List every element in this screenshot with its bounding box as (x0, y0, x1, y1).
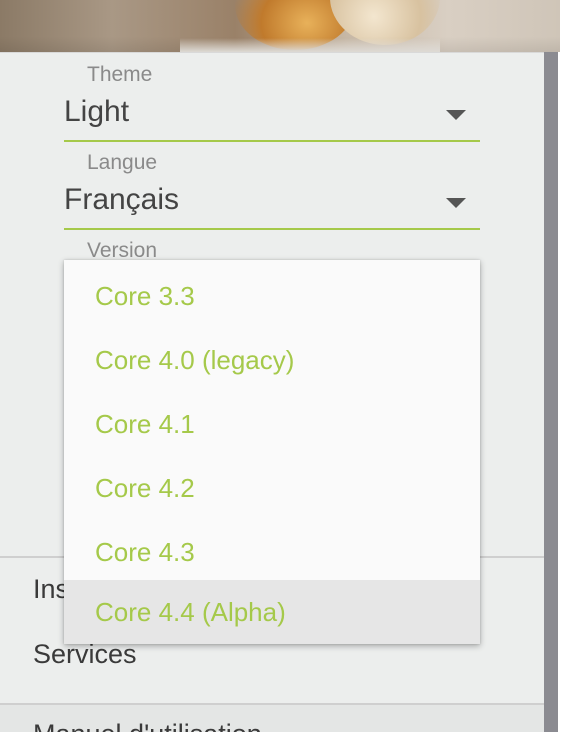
scrollbar-thumb[interactable] (544, 52, 558, 732)
version-option[interactable]: Core 4.3 (64, 520, 480, 584)
version-option[interactable]: Core 3.3 (64, 264, 480, 328)
theme-select[interactable]: Theme Light (64, 53, 480, 143)
language-select[interactable]: Langue Français (64, 143, 480, 231)
settings-page: Theme Light Langue Français Version Ins … (0, 0, 564, 732)
menu-item-user-manual-row[interactable]: Manuel d'utilisation (0, 705, 544, 732)
language-value: Français (64, 183, 180, 216)
language-underline (64, 228, 480, 230)
theme-value: Light (64, 95, 130, 128)
version-select[interactable]: Version (64, 231, 480, 262)
version-option[interactable]: Core 4.1 (64, 392, 480, 456)
version-dropdown-list: Core 3.3 Core 4.0 (legacy) Core 4.1 Core… (64, 260, 480, 644)
header-book-image (0, 0, 560, 52)
scroll-top-strip (560, 0, 564, 52)
chevron-down-icon (446, 198, 466, 208)
theme-underline (64, 140, 480, 142)
menu-item-user-manual[interactable]: Manuel d'utilisation (33, 719, 262, 732)
language-label: Langue (87, 151, 158, 174)
chevron-down-icon (446, 110, 466, 120)
version-option-highlighted[interactable]: Core 4.4 (Alpha) (64, 580, 480, 644)
theme-label: Theme (87, 63, 153, 86)
version-option[interactable]: Core 4.0 (legacy) (64, 328, 480, 392)
version-option[interactable]: Core 4.2 (64, 456, 480, 520)
